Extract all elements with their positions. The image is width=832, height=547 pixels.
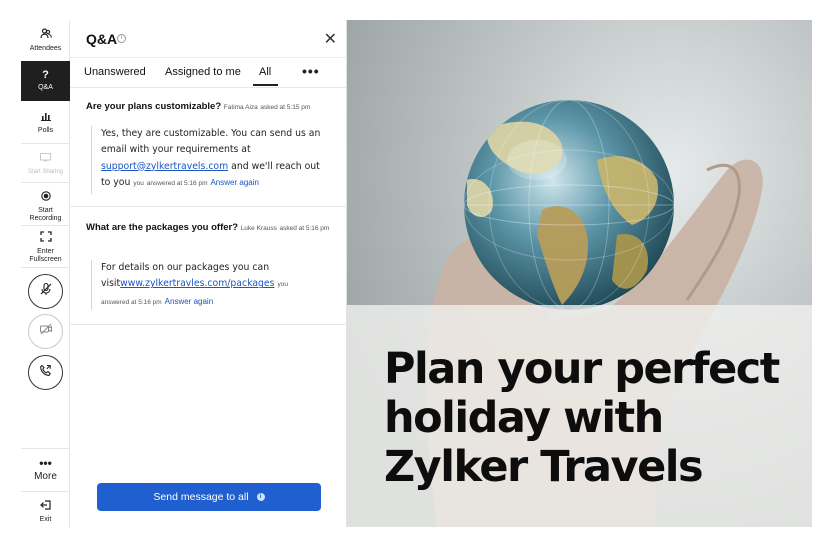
question-time: asked at 5:15 pm	[260, 104, 311, 111]
qa-panel-header: Q&A i ✕	[70, 20, 347, 58]
mute-mic-button[interactable]	[28, 274, 63, 309]
more-options-icon[interactable]: •••	[302, 63, 320, 79]
enter-fullscreen-label: Enter Fullscreen	[29, 248, 62, 263]
packages-link[interactable]: www.zylkertravles.com/packages	[120, 278, 274, 289]
enter-fullscreen-button[interactable]: Enter Fullscreen	[21, 231, 70, 264]
email-link[interactable]: support@zylkertravels.com	[101, 161, 228, 172]
exit-button[interactable]: Exit	[21, 500, 70, 524]
qa-label: Q&A	[38, 84, 53, 91]
question-time: asked at 5:16 pm	[279, 225, 330, 232]
exit-icon	[21, 500, 70, 513]
left-toolbar: Attendees ? Q&A Polls Start Sharing Star…	[21, 20, 70, 527]
mic-off-icon	[39, 282, 53, 301]
more-label: More	[34, 471, 57, 482]
attendees-button[interactable]: Attendees	[21, 28, 70, 53]
answer-again-link[interactable]: Answer again	[165, 297, 213, 306]
rail-divider	[21, 143, 70, 144]
attendees-label: Attendees	[29, 45, 62, 52]
answer-time: answered at 5:16 pm	[146, 179, 208, 187]
phone-icon	[39, 364, 52, 382]
qa-button[interactable]: ? Q&A	[21, 61, 70, 101]
answer-again-link[interactable]: Answer again	[210, 178, 258, 187]
fullscreen-icon	[21, 231, 70, 245]
question-text: What are the packages you offer?	[86, 222, 239, 233]
tab-unanswered[interactable]: Unanswered	[84, 66, 146, 78]
rail-divider	[21, 267, 70, 268]
info-icon[interactable]: i	[117, 34, 126, 43]
start-sharing-label: Start Sharing	[27, 169, 64, 175]
camera-off-button[interactable]	[28, 314, 63, 349]
record-icon	[21, 191, 70, 204]
question-item: Are your plans customizable? Fatima Aiza…	[86, 100, 334, 115]
qa-tabs: Unanswered Assigned to me All •••	[70, 58, 347, 88]
tab-all[interactable]: All	[253, 66, 279, 86]
presentation-slide: Plan your perfect holiday with Zylker Tr…	[347, 20, 812, 527]
rail-divider	[21, 225, 70, 226]
question-divider	[70, 206, 347, 207]
more-dots-icon: •••	[39, 456, 52, 470]
phone-button[interactable]	[28, 355, 63, 390]
tab-assigned-to-me[interactable]: Assigned to me	[165, 66, 241, 78]
start-sharing-button[interactable]: Start Sharing	[21, 153, 70, 176]
answer-block: Yes, they are customizable. You can send…	[91, 126, 329, 194]
question-divider	[70, 324, 347, 325]
start-recording-label: Start Recording	[29, 207, 62, 222]
send-message-label: Send message to all	[153, 491, 249, 503]
question-icon: ?	[42, 69, 49, 81]
answer-block: For details on our packages you can visi…	[91, 260, 329, 310]
more-button[interactable]: ••• More	[21, 456, 70, 482]
question-text: Are your plans customizable?	[86, 101, 222, 112]
attendees-icon	[21, 28, 70, 42]
polls-button[interactable]: Polls	[21, 112, 70, 135]
screen-share-icon	[21, 153, 70, 165]
info-icon: i	[256, 493, 265, 501]
qa-panel: Q&A i ✕ Unanswered Assigned to me All ••…	[70, 20, 347, 527]
question-item: What are the packages you offer? Luke Kr…	[86, 221, 334, 236]
question-author: Luke Krauss	[240, 225, 277, 232]
rail-divider	[21, 448, 70, 449]
slide-title: Plan your perfect holiday with Zylker Tr…	[384, 344, 780, 492]
webinar-window: Attendees ? Q&A Polls Start Sharing Star…	[0, 0, 832, 547]
rail-divider	[21, 182, 70, 183]
polls-icon	[21, 112, 70, 124]
camera-off-icon	[39, 322, 53, 341]
answer-text: Yes, they are customizable. You can send…	[101, 128, 321, 156]
polls-label: Polls	[37, 127, 54, 134]
answer-time: answered at 5:16 pm	[101, 298, 162, 306]
panel-title: Q&A	[86, 31, 118, 47]
answer-by: you	[133, 179, 144, 187]
question-author: Fatima Aiza	[223, 104, 258, 111]
answer-by: you	[277, 281, 288, 289]
rail-divider	[21, 491, 70, 492]
close-icon[interactable]: ✕	[324, 29, 337, 49]
start-recording-button[interactable]: Start Recording	[21, 191, 70, 223]
send-message-button[interactable]: Send message to all i	[97, 483, 321, 511]
exit-label: Exit	[39, 516, 52, 523]
